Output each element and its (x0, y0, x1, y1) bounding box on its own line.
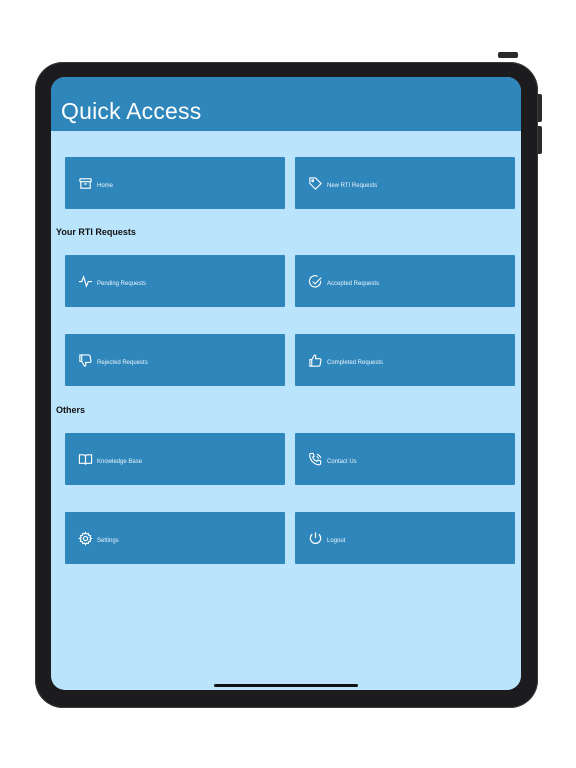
rejected-requests-label: Rejected Requests (97, 360, 148, 366)
contact-us-tile[interactable]: Contact Us (295, 433, 515, 485)
home-label: Home (97, 183, 114, 189)
app-header: Quick Access (51, 77, 521, 131)
contact-us-label: Contact Us (327, 459, 357, 465)
pending-requests-tile[interactable]: Pending Requests (65, 255, 285, 307)
thumbs-up-icon (309, 354, 322, 367)
settings-tile[interactable]: Settings (65, 512, 285, 564)
home-tile[interactable]: Home (65, 157, 285, 209)
rejected-requests-tile[interactable]: Rejected Requests (65, 334, 285, 386)
settings-label: Settings (97, 538, 119, 544)
check-circle-icon (308, 275, 322, 288)
app-screen: Quick Access Home New RTI Requests Your … (51, 77, 521, 690)
phone-call-icon (309, 452, 322, 466)
new-rti-requests-label: New RTI Requests (327, 183, 378, 189)
knowledge-base-tile[interactable]: Knowledge Base (65, 433, 285, 485)
new-rti-requests-tile[interactable]: New RTI Requests (295, 157, 515, 209)
section-title-others: Others (56, 405, 86, 415)
logout-tile[interactable]: Logout (295, 512, 515, 564)
completed-requests-label: Completed Requests (327, 360, 384, 366)
section-title-requests: Your RTI Requests (56, 227, 136, 237)
knowledge-base-label: Knowledge Base (97, 459, 143, 465)
gear-icon (78, 531, 93, 546)
accepted-requests-label: Accepted Requests (327, 281, 380, 287)
tag-icon (309, 177, 322, 190)
archive-box-icon (79, 178, 92, 189)
home-indicator[interactable] (214, 684, 358, 687)
thumbs-down-icon (79, 354, 92, 367)
stage: Quick Access Home New RTI Requests Your … (0, 0, 576, 768)
top-button (498, 52, 518, 58)
power-icon (309, 532, 322, 545)
book-icon (78, 454, 93, 465)
logout-label: Logout (327, 538, 346, 544)
completed-requests-tile[interactable]: Completed Requests (295, 334, 515, 386)
pending-requests-label: Pending Requests (97, 281, 147, 287)
activity-pulse-icon (78, 275, 93, 288)
accepted-requests-tile[interactable]: Accepted Requests (295, 255, 515, 307)
page-title: Quick Access (61, 98, 202, 124)
